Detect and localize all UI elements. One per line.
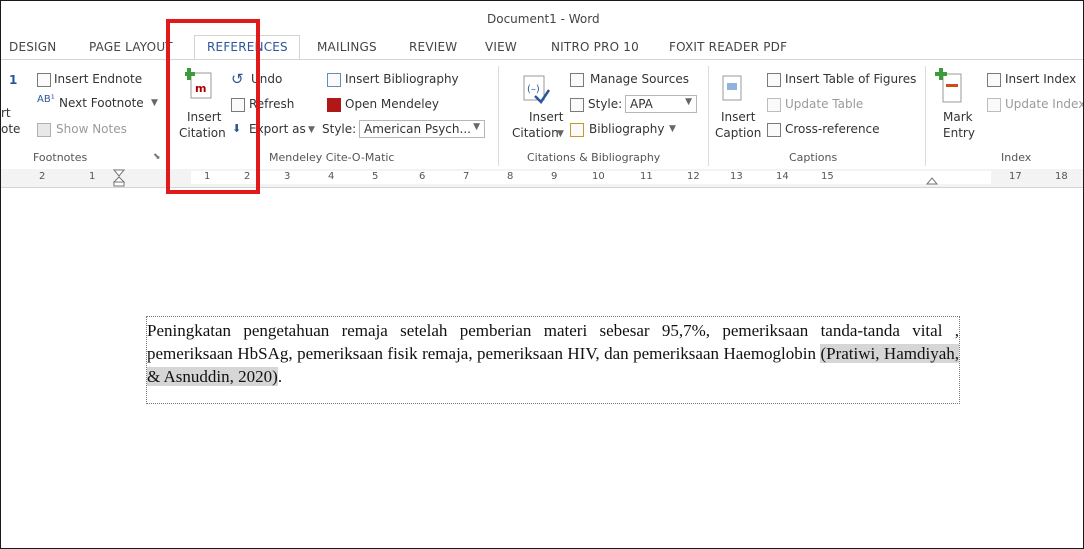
ruler-number: 17 — [1009, 171, 1022, 182]
insert-caption-line2[interactable]: Caption — [715, 126, 761, 140]
insert-citation-icon: (–) — [523, 75, 551, 104]
document-page[interactable]: Peningkatan pengetahuan remaja setelah p… — [1, 188, 1083, 548]
right-indent-marker-icon[interactable] — [926, 173, 938, 185]
ruler-number: 14 — [776, 171, 789, 182]
bibliography-icon — [570, 123, 584, 137]
update-table-icon — [767, 98, 781, 112]
cross-reference-icon — [767, 123, 781, 137]
ruler-number: 12 — [687, 171, 700, 182]
ruler-number: 18 — [1055, 171, 1068, 182]
title-bar: Document1 - Word — [1, 1, 1083, 35]
svg-text:(–): (–) — [527, 84, 540, 95]
show-notes-icon — [37, 123, 51, 137]
insert-citation-dropdown-icon[interactable]: ▼ — [557, 129, 564, 139]
document-paragraph[interactable]: Peningkatan pengetahuan remaja setelah p… — [147, 319, 959, 388]
tab-nitro-pro[interactable]: NITRO PRO 10 — [551, 40, 639, 54]
ruler-number: 5 — [372, 171, 379, 182]
ruler-number: 11 — [640, 171, 653, 182]
group-separator — [498, 66, 499, 166]
cross-reference-button[interactable]: Cross-reference — [785, 122, 880, 136]
insert-bibliography-icon — [327, 73, 341, 87]
update-table-button[interactable]: Update Table — [785, 97, 863, 111]
chevron-down-icon: ▼ — [685, 97, 692, 107]
ruler-number: 9 — [551, 171, 558, 182]
mendeley-style-value: American Psych... — [364, 122, 471, 136]
tab-foxit-reader[interactable]: FOXIT READER PDF — [669, 40, 787, 54]
tab-design[interactable]: DESIGN — [9, 40, 56, 54]
ruler-number: 8 — [507, 171, 514, 182]
mark-entry-line2[interactable]: Entry — [943, 126, 975, 140]
ruler-number: 15 — [821, 171, 834, 182]
horizontal-ruler[interactable]: 2 1 1 2 3 4 5 6 7 8 9 10 11 12 13 14 15 … — [1, 169, 1083, 188]
mark-entry-line1[interactable]: Mark — [943, 110, 973, 124]
insert-bibliography-button[interactable]: Insert Bibliography — [345, 72, 459, 86]
citation-style-icon — [570, 98, 584, 112]
table-of-figures-icon — [767, 73, 781, 87]
insert-caption-line1[interactable]: Insert — [721, 110, 755, 124]
mendeley-style-label: Style: — [322, 122, 357, 136]
next-footnote-dropdown-icon[interactable]: ▼ — [151, 98, 158, 108]
insert-endnote-icon — [37, 73, 51, 87]
mendeley-group-label: Mendeley Cite-O-Matic — [269, 151, 395, 164]
citations-group-label: Citations & Bibliography — [527, 151, 661, 164]
insert-footnote-cut-label[interactable]: rt — [1, 106, 11, 120]
footnotes-group-label: Footnotes — [33, 151, 88, 164]
insert-citation-line1[interactable]: Insert — [529, 110, 563, 124]
chevron-down-icon: ▼ — [473, 122, 480, 132]
index-group-label: Index — [1001, 151, 1032, 164]
manage-sources-button[interactable]: Manage Sources — [590, 72, 689, 86]
footnote-cut-label[interactable]: 1 — [9, 73, 17, 87]
ruler-number: 6 — [419, 171, 426, 182]
tab-page-layout[interactable]: PAGE LAYOUT — [89, 40, 173, 54]
ribbon-tabs: DESIGN PAGE LAYOUT REFERENCES MAILINGS R… — [1, 35, 1083, 59]
insert-footnote-cut-label-2[interactable]: ote — [1, 122, 20, 136]
open-mendeley-button[interactable]: Open Mendeley — [345, 97, 439, 111]
insert-index-icon — [987, 73, 1001, 87]
insert-caption-icon — [722, 75, 742, 101]
export-as-dropdown-icon[interactable]: ▼ — [308, 125, 315, 135]
ruler-text-area — [191, 171, 991, 184]
mendeley-style-select[interactable]: American Psych... ▼ — [359, 120, 485, 138]
word-window: Document1 - Word DESIGN PAGE LAYOUT REFE… — [0, 0, 1084, 549]
footnotes-dialog-launcher-icon[interactable]: ⬊ — [153, 152, 161, 162]
bibliography-button[interactable]: Bibliography — [589, 122, 664, 136]
captions-group-label: Captions — [789, 151, 838, 164]
ruler-number: 2 — [39, 171, 46, 182]
insert-index-button[interactable]: Insert Index — [1005, 72, 1076, 86]
ruler-number: 1 — [89, 171, 96, 182]
next-footnote-button[interactable]: Next Footnote — [59, 96, 144, 110]
update-index-button[interactable]: Update Index — [1005, 97, 1083, 111]
tab-view[interactable]: VIEW — [485, 40, 517, 54]
window-title: Document1 - Word — [487, 12, 600, 26]
tab-review[interactable]: REVIEW — [409, 40, 457, 54]
highlight-box — [166, 19, 260, 194]
ruler-number: 4 — [328, 171, 335, 182]
ruler-number: 7 — [463, 171, 470, 182]
ribbon: 1 rt ote Insert Endnote AB¹ Next Footnot… — [1, 59, 1083, 171]
show-notes-button[interactable]: Show Notes — [56, 122, 127, 136]
next-footnote-icon: AB¹ — [37, 94, 55, 105]
citation-style-select[interactable]: APA ▼ — [625, 95, 697, 113]
insert-citation-line2[interactable]: Citation — [512, 126, 559, 140]
ruler-number: 10 — [592, 171, 605, 182]
mendeley-logo-icon — [327, 98, 341, 112]
group-separator — [925, 66, 926, 166]
bibliography-dropdown-icon[interactable]: ▼ — [669, 124, 676, 134]
ruler-number: 13 — [730, 171, 743, 182]
citation-paragraph-frame: Peningkatan pengetahuan remaja setelah p… — [146, 316, 960, 404]
insert-endnote-button[interactable]: Insert Endnote — [54, 72, 142, 86]
manage-sources-icon — [570, 73, 584, 87]
ruler-number: 3 — [284, 171, 291, 182]
group-separator — [708, 66, 709, 166]
mark-entry-icon — [935, 68, 962, 103]
indent-marker-icon[interactable] — [113, 169, 125, 187]
tab-mailings[interactable]: MAILINGS — [317, 40, 377, 54]
citation-style-label: Style: — [588, 97, 623, 111]
update-index-icon — [987, 98, 1001, 112]
insert-table-of-figures-button[interactable]: Insert Table of Figures — [785, 72, 916, 86]
paragraph-period: . — [277, 367, 283, 386]
citation-style-value: APA — [630, 97, 653, 111]
